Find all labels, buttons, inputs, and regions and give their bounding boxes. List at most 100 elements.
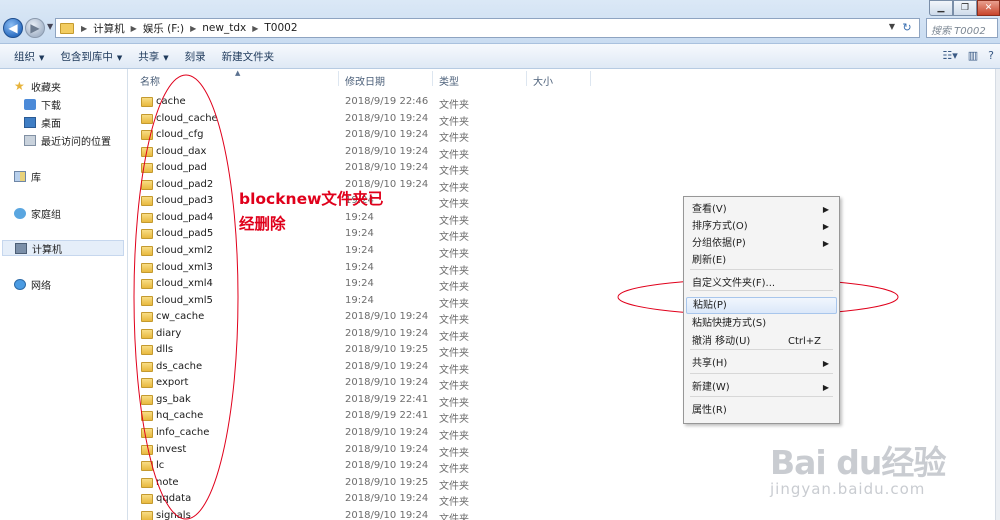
nav-desktop[interactable]: 桌面 — [24, 114, 150, 130]
nav-network[interactable]: 网络 — [14, 276, 140, 292]
file-name: cloud_pad — [156, 162, 207, 174]
file-row[interactable]: ds_cache 2018/9/10 19:24 文件夹 — [135, 359, 595, 376]
file-name: cloud_cfg — [156, 129, 204, 141]
file-row[interactable]: cw_cache 2018/9/10 19:24 文件夹 — [135, 309, 595, 326]
file-row[interactable]: cloud_xml3 19:24 文件夹 — [135, 260, 595, 277]
file-row[interactable]: invest 2018/9/10 19:24 文件夹 — [135, 442, 595, 459]
vertical-scrollbar[interactable] — [995, 69, 1000, 520]
burn-button[interactable]: 刻录 — [177, 49, 214, 64]
context-menu-item[interactable]: 粘贴快捷方式(S) — [686, 315, 837, 332]
file-row[interactable]: lc 2018/9/10 19:24 文件夹 — [135, 458, 595, 475]
column-divider[interactable] — [526, 71, 527, 86]
file-type: 文件夹 — [439, 414, 469, 426]
context-menu-item[interactable]: 新建(W) ▶ — [686, 379, 837, 396]
share-button[interactable]: 共享 ▼ — [130, 49, 176, 64]
file-date: 2018/9/10 19:24 — [345, 129, 429, 141]
refresh-icon[interactable]: ↻ — [899, 21, 915, 35]
file-row[interactable]: cloud_xml4 19:24 文件夹 — [135, 276, 595, 293]
homegroup-icon — [14, 207, 26, 219]
file-row[interactable]: cloud_dax 2018/9/10 19:24 文件夹 — [135, 144, 595, 161]
context-menu-item[interactable]: 属性(R) — [686, 402, 837, 419]
context-menu-item[interactable]: 共享(H) ▶ — [686, 355, 837, 372]
view-options-icon[interactable]: ☷▾ — [942, 49, 957, 62]
file-row[interactable]: note 2018/9/10 19:25 文件夹 — [135, 475, 595, 492]
file-name: diary — [156, 327, 182, 339]
folder-icon — [141, 163, 153, 174]
context-menu: 查看(V) ▶ 排序方式(O) ▶ 分组依据(P) ▶ 刷新(E) 自定义文件夹(F)... 粘… — [683, 196, 840, 424]
nav-homegroup[interactable]: 家庭组 — [14, 205, 140, 221]
breadcrumb-drive[interactable]: 娱乐 (F:) — [140, 21, 187, 36]
maximize-button[interactable]: ❐ — [953, 0, 977, 16]
library-icon — [14, 170, 26, 182]
file-row[interactable]: cache 2018/9/19 22:46 文件夹 — [135, 94, 595, 111]
address-bar[interactable]: ▶ 计算机 ▶ 娱乐 (F:) ▶ new_tdx ▶ T0002 ▼ ↻ — [55, 18, 920, 38]
file-row[interactable]: signals 2018/9/10 19:24 文件夹 — [135, 508, 595, 520]
file-name: dlls — [156, 344, 174, 356]
context-menu-item[interactable]: 排序方式(O) ▶ — [686, 218, 837, 235]
file-date: 2018/9/10 19:24 — [345, 145, 429, 157]
breadcrumb-new-tdx[interactable]: new_tdx — [199, 22, 249, 34]
back-button[interactable]: ◀ — [3, 18, 23, 38]
arrow-left-icon: ◀ — [8, 21, 18, 35]
file-row[interactable]: export 2018/9/10 19:24 文件夹 — [135, 375, 595, 392]
file-date: 19:24 — [345, 261, 374, 273]
file-row[interactable]: hq_cache 2018/9/19 22:41 文件夹 — [135, 408, 595, 425]
recent-pages-dropdown[interactable]: ▼ — [47, 22, 53, 31]
file-row[interactable]: cloud_cfg 2018/9/10 19:24 文件夹 — [135, 127, 595, 144]
column-divider[interactable] — [338, 71, 339, 86]
file-row[interactable]: diary 2018/9/10 19:24 文件夹 — [135, 326, 595, 343]
folder-icon — [141, 477, 153, 488]
chevron-right-icon[interactable]: ▶ — [249, 24, 261, 33]
file-row[interactable]: cloud_xml5 19:24 文件夹 — [135, 293, 595, 310]
nav-computer[interactable]: 计算机 — [2, 240, 124, 256]
include-in-library-button[interactable]: 包含到库中 ▼ — [52, 49, 130, 64]
chevron-right-icon[interactable]: ▶ — [78, 24, 90, 33]
file-row[interactable]: gs_bak 2018/9/19 22:41 文件夹 — [135, 392, 595, 409]
search-input[interactable]: 搜索 T0002 — [926, 18, 998, 38]
nav-homegroup-label: 家庭组 — [31, 209, 61, 221]
help-icon[interactable]: ? — [988, 49, 994, 62]
column-headers: ▲ 名称 修改日期 类型 大小 — [135, 69, 595, 88]
chevron-right-icon[interactable]: ▶ — [128, 24, 140, 33]
organize-button[interactable]: 组织 ▼ — [6, 49, 52, 64]
preview-pane-icon[interactable]: ▥ — [968, 49, 978, 62]
context-menu-item[interactable]: 分组依据(P) ▶ — [686, 235, 837, 252]
file-date: 2018/9/10 19:25 — [345, 476, 429, 488]
nav-libraries[interactable]: 库 — [14, 168, 140, 184]
breadcrumb-computer[interactable]: 计算机 — [90, 21, 128, 36]
chevron-right-icon[interactable]: ▶ — [187, 24, 199, 33]
file-row[interactable]: cloud_xml2 19:24 文件夹 — [135, 243, 595, 260]
column-header-name[interactable]: 名称 — [140, 73, 160, 88]
nav-recent[interactable]: 最近访问的位置 — [24, 132, 150, 148]
nav-downloads[interactable]: 下载 — [24, 96, 150, 112]
minimize-button[interactable]: ▁ — [929, 0, 953, 16]
column-header-date[interactable]: 修改日期 — [345, 73, 385, 88]
nav-libraries-label: 库 — [31, 172, 41, 184]
new-folder-button[interactable]: 新建文件夹 — [214, 49, 283, 64]
folder-icon — [141, 113, 153, 124]
forward-button[interactable]: ▶ — [25, 18, 45, 38]
file-name: info_cache — [156, 427, 210, 438]
file-row[interactable]: cloud_cache 2018/9/10 19:24 文件夹 — [135, 111, 595, 128]
address-history-dropdown[interactable]: ▼ — [889, 22, 895, 31]
column-divider[interactable] — [590, 71, 591, 86]
column-divider[interactable] — [432, 71, 433, 86]
file-type: 文件夹 — [439, 215, 469, 227]
column-header-size[interactable]: 大小 — [533, 73, 553, 88]
file-row[interactable]: info_cache 2018/9/10 19:24 文件夹 — [135, 425, 595, 442]
close-button[interactable]: ✕ — [977, 0, 1000, 16]
folder-icon — [141, 279, 153, 290]
folder-icon — [141, 444, 153, 455]
file-name: cloud_xml4 — [156, 278, 213, 290]
file-row[interactable]: dlls 2018/9/10 19:25 文件夹 — [135, 342, 595, 359]
column-header-type[interactable]: 类型 — [439, 73, 459, 88]
nav-favorites[interactable]: ★ 收藏夹 — [14, 78, 140, 94]
context-menu-item[interactable]: 查看(V) ▶ — [686, 201, 837, 218]
context-menu-item[interactable]: 粘贴(P) — [686, 297, 837, 314]
menu-item-label: 查看(V) — [692, 204, 727, 215]
breadcrumb-t0002[interactable]: T0002 — [261, 22, 300, 34]
file-row[interactable]: cloud_pad 2018/9/10 19:24 文件夹 — [135, 160, 595, 177]
context-menu-item[interactable]: 撤消 移动(U) Ctrl+Z — [686, 333, 837, 350]
file-row[interactable]: qqdata 2018/9/10 19:24 文件夹 — [135, 491, 595, 508]
context-menu-item[interactable]: 刷新(E) — [686, 252, 837, 269]
